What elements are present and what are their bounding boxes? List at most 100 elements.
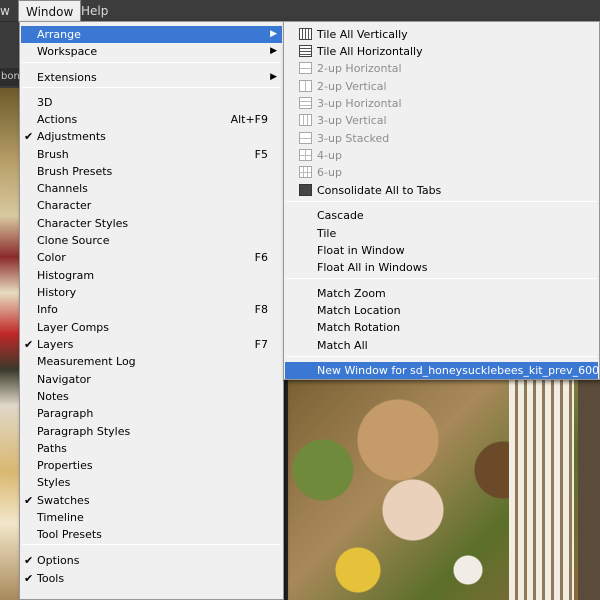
menu-item-measurement-log[interactable]: Measurement Log (21, 353, 282, 370)
arrange-item-consolidate-all-to-tabs[interactable]: Consolidate All to Tabs (285, 182, 598, 199)
arrange-item-match-zoom[interactable]: Match Zoom (285, 285, 598, 302)
menu-separator (286, 356, 597, 357)
document-canvas[interactable] (284, 380, 600, 600)
menu-item-brush-presets[interactable]: Brush Presets (21, 163, 282, 180)
menu-item-histogram[interactable]: Histogram (21, 267, 282, 284)
arrange-item-tile-all-vertically[interactable]: Tile All Vertically (285, 26, 598, 43)
menu-item-label: Float All in Windows (317, 261, 428, 274)
menu-item-shortcut: Alt+F9 (230, 113, 268, 126)
menu-item-label: Channels (37, 182, 88, 195)
menu-item-label: Character (37, 199, 92, 212)
menu-item-label: Actions (37, 113, 78, 126)
menu-item-label: Consolidate All to Tabs (317, 184, 442, 197)
menu-item-tools[interactable]: ✔ Tools (21, 570, 282, 587)
menu-item-tool-presets[interactable]: Tool Presets (21, 526, 282, 543)
tile-vertical-icon (299, 28, 312, 40)
menu-item-label: New Window for sd_honeysucklebees_kit_pr… (317, 364, 600, 377)
menu-item-notes[interactable]: Notes (21, 388, 282, 405)
menu-item-label: Color (37, 251, 66, 264)
menu-item-info[interactable]: Info F8 (21, 301, 282, 318)
menu-item-character[interactable]: Character (21, 197, 282, 214)
three-up-stacked-icon (299, 132, 312, 144)
arrange-item-match-rotation[interactable]: Match Rotation (285, 319, 598, 336)
menu-item-label: Paths (37, 442, 67, 455)
menu-item-label: Extensions (37, 71, 97, 84)
menu-item-3d[interactable]: 3D (21, 94, 282, 111)
menu-item-swatches[interactable]: ✔ Swatches (21, 492, 282, 509)
two-up-vertical-icon (299, 80, 312, 92)
arrange-item-float-all-in-windows[interactable]: Float All in Windows (285, 259, 598, 276)
menu-item-label: Layers (37, 338, 74, 351)
menu-item-paragraph[interactable]: Paragraph (21, 405, 282, 422)
menubar-view[interactable]: w (0, 0, 17, 22)
menu-item-character-styles[interactable]: Character Styles (21, 215, 282, 232)
arrange-item-3-up-horizontal: 3-up Horizontal (285, 95, 598, 112)
menu-item-channels[interactable]: Channels (21, 180, 282, 197)
menu-item-label: 3D (37, 96, 53, 109)
menu-item-paragraph-styles[interactable]: Paragraph Styles (21, 423, 282, 440)
menu-item-timeline[interactable]: Timeline (21, 509, 282, 526)
checkmark-icon: ✔ (24, 130, 34, 143)
menu-item-label: Match Rotation (317, 321, 401, 334)
menu-item-label: Match All (317, 339, 368, 352)
menu-item-label: Clone Source (37, 234, 110, 247)
menu-item-actions[interactable]: Actions Alt+F9 (21, 111, 282, 128)
menu-separator (22, 544, 281, 545)
arrange-item-float-in-window[interactable]: Float in Window (285, 242, 598, 259)
four-up-icon (299, 149, 312, 161)
arrange-item-tile[interactable]: Tile (285, 225, 598, 242)
menu-item-label: Brush Presets (37, 165, 113, 178)
menu-item-label: Workspace (37, 45, 98, 58)
menu-item-label: 4-up (317, 149, 342, 162)
menu-item-navigator[interactable]: Navigator (21, 371, 282, 388)
menu-item-styles[interactable]: Styles (21, 474, 282, 491)
arrange-item-tile-all-horizontally[interactable]: Tile All Horizontally (285, 43, 598, 60)
arrange-item-4-up: 4-up (285, 147, 598, 164)
menu-item-extensions[interactable]: Extensions ▶ (21, 69, 282, 86)
menubar-window[interactable]: Window (18, 0, 82, 22)
app-menubar: w Window Help (0, 0, 600, 22)
submenu-arrow-icon: ▶ (270, 29, 277, 39)
menu-item-label: Timeline (37, 511, 84, 524)
arrange-item-match-all[interactable]: Match All (285, 337, 598, 354)
arrange-item-cascade[interactable]: Cascade (285, 207, 598, 224)
menu-item-history[interactable]: History (21, 284, 282, 301)
menu-item-label: Match Location (317, 304, 401, 317)
arrange-item-new-window-for-sd-honeysucklebees-kit-pr[interactable]: New Window for sd_honeysucklebees_kit_pr… (285, 362, 600, 379)
menu-item-adjustments[interactable]: ✔ Adjustments (21, 128, 282, 145)
menu-item-label: Character Styles (37, 217, 129, 230)
menu-item-workspace[interactable]: Workspace ▶ (21, 43, 282, 60)
menu-separator (286, 278, 597, 279)
menu-item-properties[interactable]: Properties (21, 457, 282, 474)
checkmark-icon: ✔ (24, 572, 34, 585)
menu-item-label: 6-up (317, 166, 342, 179)
menu-item-label: Styles (37, 476, 71, 489)
menu-item-label: Float in Window (317, 244, 405, 257)
menu-item-options[interactable]: ✔ Options (21, 552, 282, 569)
canvas-edge (578, 380, 600, 600)
menu-item-layers[interactable]: ✔ Layers F7 (21, 336, 282, 353)
menu-item-label: Tools (37, 572, 65, 585)
menu-item-shortcut: F8 (254, 303, 268, 316)
menu-item-color[interactable]: Color F6 (21, 249, 282, 266)
menu-item-arrange[interactable]: Arrange ▶ (21, 26, 282, 43)
arrange-item-match-location[interactable]: Match Location (285, 302, 598, 319)
arrange-item-2-up-vertical: 2-up Vertical (285, 78, 598, 95)
menu-item-label: 2-up Vertical (317, 80, 387, 93)
menu-item-label: Paragraph Styles (37, 425, 131, 438)
menu-item-label: 3-up Horizontal (317, 97, 402, 110)
menu-item-label: Notes (37, 390, 69, 403)
menu-item-shortcut: F6 (254, 251, 268, 264)
menu-separator (286, 201, 597, 202)
menu-item-brush[interactable]: Brush F5 (21, 146, 282, 163)
menubar-help[interactable]: Help (74, 0, 115, 22)
arrange-submenu: Tile All Vertically Tile All Horizontally… (283, 21, 600, 380)
menu-item-label: Tile All Horizontally (317, 45, 423, 58)
striped-ribbon (509, 380, 574, 600)
menu-item-clone-source[interactable]: Clone Source (21, 232, 282, 249)
menu-item-label: Properties (37, 459, 93, 472)
menu-item-paths[interactable]: Paths (21, 440, 282, 457)
tile-horizontal-icon (299, 45, 312, 57)
menu-item-label: Arrange (37, 28, 81, 41)
menu-item-layer-comps[interactable]: Layer Comps (21, 319, 282, 336)
